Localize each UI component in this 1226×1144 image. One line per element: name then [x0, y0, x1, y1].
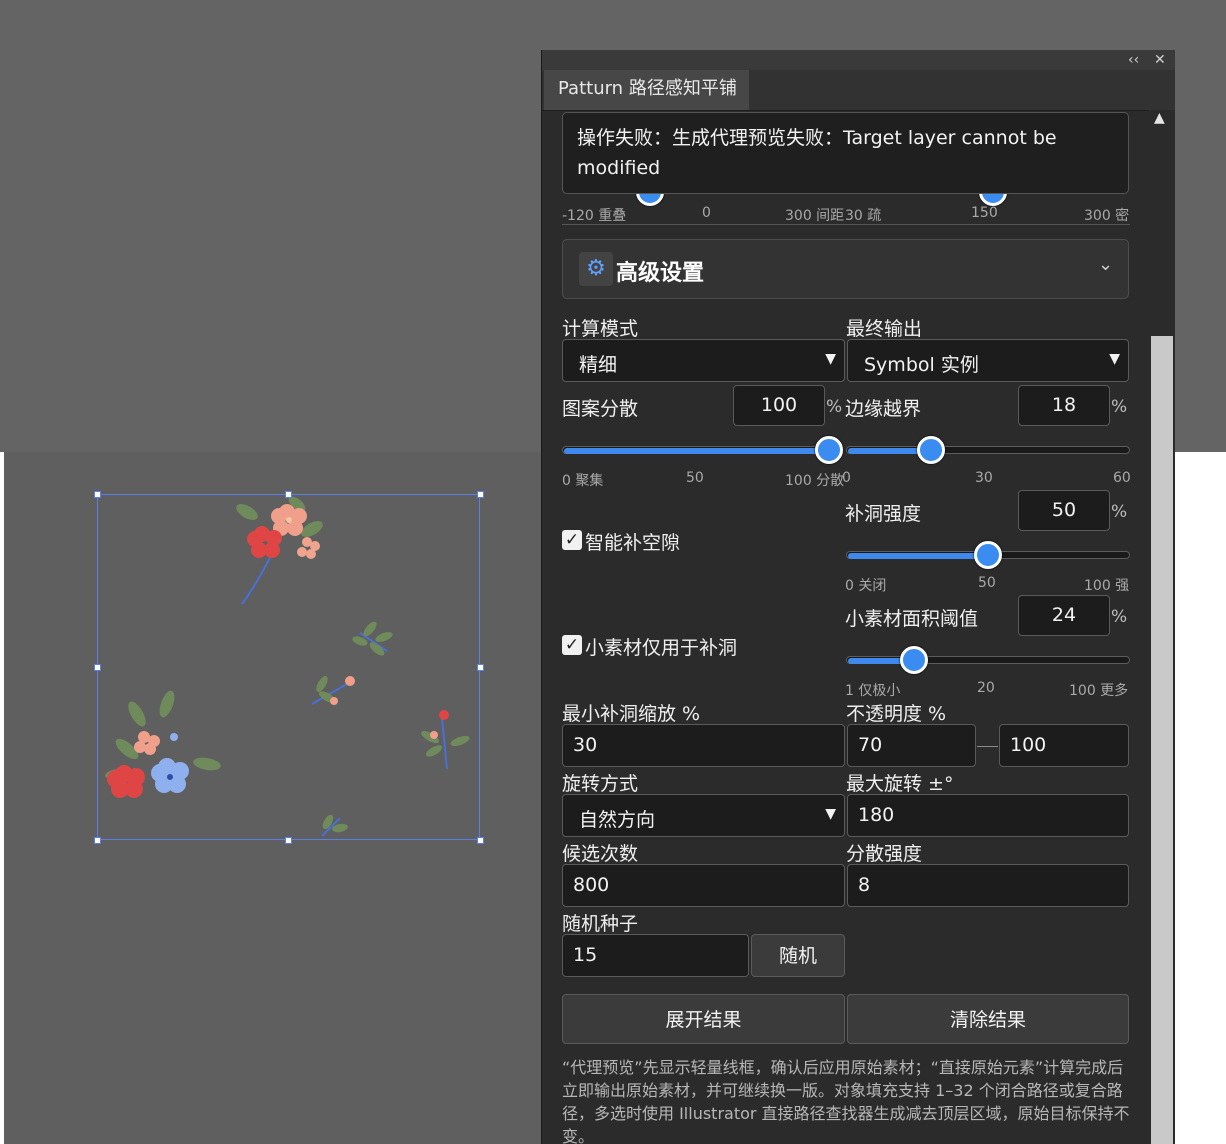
tick-fill-max: 100 强	[1084, 578, 1130, 594]
gear-icon: ⚙	[579, 252, 613, 286]
rotation-mode-label: 旋转方式	[562, 773, 639, 795]
canvas-edge-left	[0, 452, 4, 1144]
scrollbar-thumb[interactable]	[1151, 336, 1173, 1144]
chevron-down-icon: ⌄	[1098, 254, 1114, 275]
smart-fill-checkbox[interactable]: ✓	[562, 530, 582, 550]
edge-overflow-input[interactable]: 18	[1018, 385, 1110, 426]
dropdown-arrow-icon: ▼	[825, 351, 836, 367]
expand-results-button[interactable]: 展开结果	[562, 994, 845, 1044]
pattern-scatter-slider-handle[interactable]	[815, 436, 843, 464]
small-only-label[interactable]: 小素材仅用于补洞	[585, 633, 737, 660]
tick-density-mid: 150	[971, 205, 998, 221]
candidates-input[interactable]: 800	[562, 864, 845, 907]
help-text: “代理预览”先显示轻量线框，确认后应用原始素材；“直接原始元素”计算完成后立即输…	[562, 1058, 1130, 1144]
tick-area-max: 100 更多	[1069, 683, 1129, 699]
rotation-mode-value: 自然方向	[579, 809, 656, 831]
panel-tab-bar: Patturn 路径感知平铺	[542, 70, 1175, 111]
fill-strength-input[interactable]: 50	[1018, 490, 1110, 531]
resize-handle-bottom-left[interactable]	[94, 837, 101, 844]
min-fill-scale-label: 最小补洞缩放 %	[562, 703, 701, 725]
random-seed-button[interactable]: 随机	[751, 934, 845, 977]
fill-strength-slider-handle[interactable]	[974, 541, 1002, 569]
tick-spacing-min: -120 重叠	[562, 208, 627, 224]
pattern-scatter-input[interactable]: 100	[733, 385, 825, 426]
small-area-unit: %	[1111, 607, 1128, 627]
tick-density-min: 30 疏	[845, 208, 882, 224]
dropdown-arrow-icon: ▼	[825, 806, 836, 822]
edge-overflow-label: 边缘越界	[845, 398, 922, 420]
clear-results-button[interactable]: 清除结果	[847, 994, 1129, 1044]
pattern-scatter-slider-track[interactable]	[562, 446, 829, 454]
calc-mode-value: 精细	[579, 354, 618, 376]
resize-handle-top-left[interactable]	[94, 491, 101, 498]
scatter-strength-label: 分散强度	[846, 843, 923, 865]
selection-bounding-box[interactable]	[97, 494, 480, 840]
advanced-settings-title: 高级设置	[616, 261, 705, 286]
close-panel-icon[interactable]: ✕	[1154, 50, 1166, 70]
seed-input[interactable]: 15	[562, 934, 749, 977]
resize-handle-right[interactable]	[477, 664, 484, 671]
panel-title-strip: ‹‹ ✕	[542, 50, 1175, 70]
pattern-scatter-slider-fill	[564, 448, 829, 454]
patturn-panel: ‹‹ ✕ Patturn 路径感知平铺 ▲ -120 重叠 0 300 间距 3…	[541, 50, 1175, 1144]
fill-strength-slider-fill	[848, 553, 989, 559]
final-output-select[interactable]: Symbol 实例 ▼	[847, 339, 1129, 382]
small-area-slider-handle[interactable]	[900, 646, 929, 674]
edge-overflow-slider-track[interactable]	[846, 446, 1130, 454]
min-fill-scale-input[interactable]: 30	[562, 724, 845, 767]
scroll-up-arrow-icon[interactable]: ▲	[1154, 110, 1165, 126]
resize-handle-left[interactable]	[94, 664, 101, 671]
tick-overflow-max: 60	[1113, 470, 1131, 486]
smart-fill-label[interactable]: 智能补空隙	[585, 528, 680, 555]
tick-density-max: 300 密	[1084, 208, 1130, 224]
tick-spacing-mid: 0	[702, 205, 711, 221]
calc-mode-label: 计算模式	[562, 318, 639, 340]
opacity-label: 不透明度 %	[846, 703, 947, 725]
small-only-checkbox[interactable]: ✓	[562, 635, 582, 655]
final-output-value: Symbol 实例	[864, 354, 979, 376]
opacity-min-input[interactable]: 70	[847, 724, 976, 767]
resize-handle-bottom[interactable]	[285, 837, 292, 844]
max-rotation-label: 最大旋转 ±°	[846, 773, 954, 795]
advanced-settings-header[interactable]: ⚙ 高级设置 ⌄	[562, 239, 1129, 299]
max-rotation-input[interactable]: 180	[847, 794, 1129, 837]
tick-spacing-max: 300 间距	[785, 208, 845, 224]
tick-overflow-min: 0	[842, 470, 851, 486]
candidates-label: 候选次数	[562, 843, 639, 865]
canvas-edge-right	[1174, 452, 1226, 1144]
tick-scatter-min: 0 聚集	[562, 473, 604, 489]
small-area-label: 小素材面积阈值	[845, 608, 979, 630]
error-toast: 操作失败：生成代理预览失败：Target layer cannot be mod…	[562, 112, 1129, 194]
tick-area-mid: 20	[977, 680, 995, 696]
tick-fill-mid: 50	[978, 575, 996, 591]
tick-fill-min: 0 关闭	[845, 578, 887, 594]
scatter-strength-input[interactable]: 8	[847, 864, 1129, 907]
opacity-max-input[interactable]: 100	[999, 724, 1129, 767]
final-output-label: 最终输出	[846, 318, 923, 340]
tick-scatter-mid: 50	[686, 470, 704, 486]
fill-strength-unit: %	[1111, 502, 1128, 522]
range-separator	[977, 746, 998, 747]
pattern-scatter-label: 图案分散	[562, 398, 639, 420]
edge-overflow-slider-handle[interactable]	[917, 436, 946, 464]
fill-strength-label: 补洞强度	[845, 503, 922, 525]
pattern-scatter-unit: %	[826, 397, 843, 417]
collapse-panel-icon[interactable]: ‹‹	[1128, 50, 1139, 70]
calc-mode-select[interactable]: 精细 ▼	[562, 339, 845, 382]
dropdown-arrow-icon: ▼	[1109, 351, 1120, 367]
seed-label: 随机种子	[562, 913, 639, 935]
resize-handle-top-right[interactable]	[477, 491, 484, 498]
tick-overflow-mid: 30	[975, 470, 993, 486]
small-area-input[interactable]: 24	[1018, 595, 1110, 636]
edge-overflow-unit: %	[1111, 397, 1128, 417]
tab-patturn[interactable]: Patturn 路径感知平铺	[544, 70, 749, 110]
resize-handle-bottom-right[interactable]	[477, 837, 484, 844]
small-area-slider-track[interactable]	[846, 656, 1130, 664]
tick-area-min: 1 仅极小	[845, 683, 901, 699]
resize-handle-top[interactable]	[285, 491, 292, 498]
tick-scatter-max: 100 分散	[785, 473, 845, 489]
rotation-mode-select[interactable]: 自然方向 ▼	[562, 794, 845, 837]
